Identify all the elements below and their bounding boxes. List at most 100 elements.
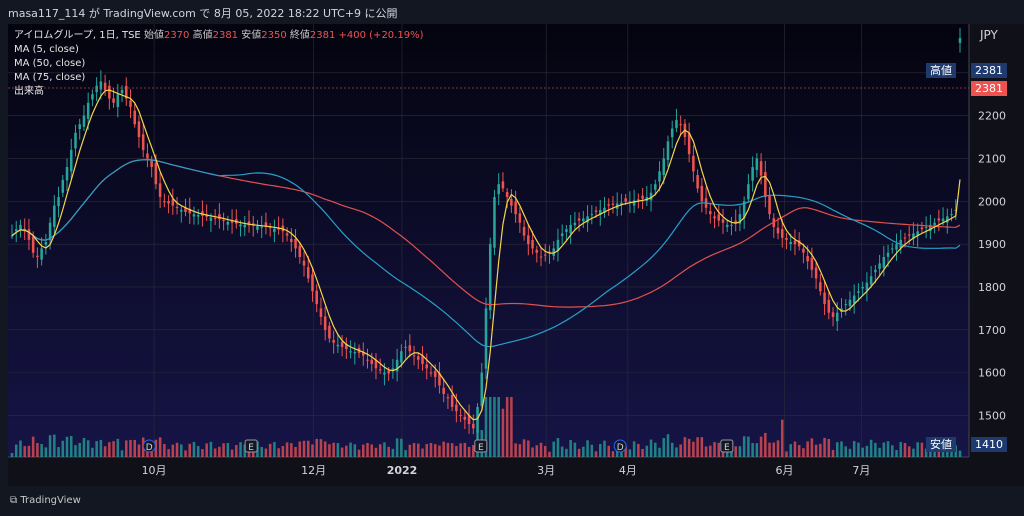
candle-body-62: [273, 228, 276, 233]
candle-body-12: [61, 179, 65, 193]
volume-bar-147: [632, 441, 636, 457]
volume-bar-0: [10, 453, 14, 457]
volume-bar-59: [260, 447, 263, 457]
candle-body-92: [400, 351, 403, 363]
candle-body-106: [459, 415, 462, 417]
candle-body-115: [497, 184, 500, 195]
volume-bar-105: [455, 446, 458, 457]
candle-body-49: [218, 214, 221, 220]
tradingview-logo[interactable]: ⧉ TradingView: [10, 495, 81, 506]
candle-body-153: [658, 171, 661, 182]
volume-bar-206: [882, 442, 886, 457]
price-tick-1700: 1700: [978, 324, 1006, 337]
candle-body-176: [755, 158, 759, 170]
ma5-legend[interactable]: MA (5, close): [14, 43, 423, 57]
volume-bar-76: [332, 442, 335, 457]
candle-body-4: [27, 229, 31, 240]
volume-bar-213: [912, 448, 915, 457]
volume-bar-84: [366, 442, 369, 457]
candle-body-38: [171, 199, 175, 206]
volume-bar-51: [226, 442, 230, 457]
volume-bar-24: [112, 441, 115, 457]
candle-body-181: [776, 227, 780, 234]
volume-bar-78: [340, 447, 344, 457]
volume-legend[interactable]: 出来高: [14, 85, 423, 99]
candle-body-110: [476, 406, 479, 433]
volume-bar-26: [120, 450, 124, 457]
candle-body-80: [349, 351, 352, 353]
volume-bar-224: [958, 450, 962, 457]
candle-body-70: [306, 267, 310, 279]
event-marker-label-1: E: [248, 443, 254, 453]
volume-bar-139: [598, 443, 602, 457]
candle-body-44: [196, 215, 200, 217]
volume-bar-101: [438, 445, 441, 457]
candle-body-13: [65, 167, 69, 181]
candle-body-116: [501, 181, 505, 189]
volume-bar-215: [920, 442, 924, 457]
volume-bar-153: [658, 447, 661, 457]
candle-body-113: [488, 244, 492, 311]
volume-bar-109: [472, 445, 475, 457]
candle-body-122: [527, 235, 530, 245]
candle-body-131: [565, 229, 568, 232]
candle-body-103: [446, 397, 450, 399]
volume-bar-201: [861, 447, 864, 457]
candle-body-51: [226, 221, 230, 225]
change-value: +400 (+20.19%): [338, 30, 424, 41]
symbol-name: アイロムグループ, 1日, TSE: [14, 30, 141, 41]
ma75-legend[interactable]: MA (75, close): [14, 71, 423, 85]
volume-bar-63: [277, 448, 280, 457]
price-tick-1900: 1900: [978, 238, 1006, 251]
volume-bar-14: [69, 435, 73, 457]
candle-body-219: [937, 218, 941, 221]
candle-body-220: [941, 218, 945, 222]
volume-bar-154: [662, 438, 666, 457]
volume-bar-203: [869, 439, 873, 457]
candle-body-32: [146, 153, 149, 159]
candle-body-75: [328, 325, 331, 339]
time-tick-6: 7月: [852, 464, 870, 477]
volume-bar-175: [751, 442, 754, 457]
volume-bar-167: [717, 442, 721, 457]
ma50-legend[interactable]: MA (50, close): [14, 57, 423, 71]
candle-body-81: [353, 352, 357, 354]
volume-bar-11: [57, 447, 60, 457]
volume-bar-160: [687, 438, 691, 457]
candle-body-87: [378, 369, 382, 371]
volume-bar-116: [501, 408, 505, 457]
volume-bar-9: [48, 435, 52, 457]
volume-bar-5: [31, 436, 35, 457]
candle-body-201: [861, 286, 864, 289]
volume-bar-21: [99, 439, 103, 457]
time-tick-0: 10月: [142, 464, 167, 477]
logo-icon: ⧉: [10, 495, 18, 506]
volume-bar-214: [916, 442, 919, 457]
candle-body-182: [780, 229, 784, 238]
volume-bar-72: [315, 438, 318, 457]
volume-bar-124: [535, 445, 539, 457]
candle-body-0: [10, 235, 14, 237]
volume-bar-104: [450, 443, 454, 457]
candle-body-208: [891, 248, 894, 250]
volume-bar-47: [209, 441, 213, 457]
price-axis-labels: 150016001700180019002000210022002300: [978, 67, 1006, 423]
candle-body-65: [285, 233, 289, 236]
open-label: 始値: [143, 30, 164, 41]
candle-body-11: [57, 197, 60, 207]
volume-bar-127: [548, 451, 551, 457]
candle-body-133: [573, 222, 577, 226]
candle-body-124: [535, 249, 539, 253]
volume-bar-100: [433, 444, 437, 457]
volume-bar-132: [569, 439, 572, 457]
high-value: 2381: [212, 30, 239, 41]
close-label: 終値: [289, 30, 310, 41]
candle-body-37: [167, 201, 170, 204]
volume-bar-66: [290, 443, 293, 457]
volume-bar-25: [116, 438, 120, 457]
volume-bar-22: [103, 446, 107, 457]
volume-bar-20: [95, 441, 98, 457]
volume-bar-117: [505, 397, 509, 457]
volume-bar-93: [404, 450, 407, 457]
volume-bar-182: [780, 419, 784, 457]
